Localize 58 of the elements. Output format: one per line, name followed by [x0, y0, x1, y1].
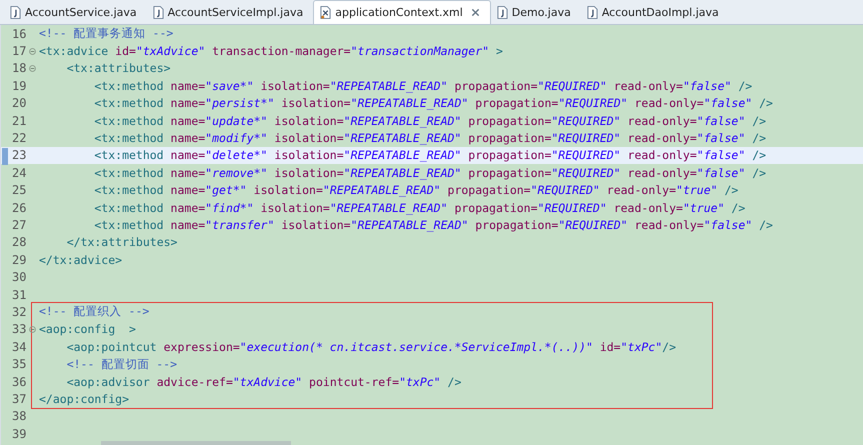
code-line: <!-- 配置事务通知 --> — [39, 26, 174, 42]
editor-tab[interactable]: applicationContext.xml — [313, 0, 491, 24]
editor-tab[interactable]: AccountServiceImpl.java — [146, 0, 314, 24]
collapse-icon[interactable] — [29, 64, 36, 72]
line-number: 33 — [11, 322, 28, 336]
code-line: <tx:method name="modify*" isolation="REPEATABLE_READ" propagation="REQUIRED" read-only="false" /> — [93, 131, 766, 146]
close-icon[interactable] — [470, 8, 480, 17]
java-file-icon — [10, 6, 21, 18]
code-line: <tx:method name="persist*" isolation="REPEATABLE_READ" propagation="REQUIRED" read-only="false" /> — [93, 96, 773, 110]
code-line: <!-- 配置织入 --> — [39, 304, 150, 320]
code-line: </tx:attributes> — [66, 235, 178, 250]
code-line: <tx:method name="save*" isolation="REPEATABLE_READ" propagation="REQUIRED" read-only="false" /> — [93, 78, 752, 93]
line-number: 23 — [11, 148, 28, 162]
line-number: 26 — [11, 200, 28, 215]
code-line: </aop:config> — [39, 392, 130, 406]
line-number: 16 — [11, 26, 28, 41]
code-line: <tx:method name="update*" isolation="REPEATABLE_READ" propagation="REQUIRED" read-only="false" /> — [93, 114, 766, 128]
code-line: <tx:method name="transfer" isolation="REPEATABLE_READ" propagation="REQUIRED" read-only="false" /> — [93, 218, 773, 232]
java-file-icon — [496, 6, 508, 18]
line-number: 29 — [11, 252, 28, 267]
line-number: 31 — [11, 288, 28, 302]
java-file-icon — [152, 6, 164, 18]
code-line: </tx:advice> — [39, 252, 122, 267]
line-number: 30 — [11, 270, 28, 284]
line-number: 35 — [11, 357, 28, 372]
editor-tab[interactable]: Demo.java — [490, 0, 581, 24]
java-file-icon — [586, 6, 598, 18]
code-line: <tx:method name="find*" isolation="REPEATABLE_READ" propagation="REQUIRED" read-only="true" /> — [93, 200, 746, 215]
line-number: 32 — [11, 304, 28, 319]
line-number: 36 — [11, 374, 28, 388]
line-number: 38 — [11, 409, 28, 424]
line-number: 20 — [11, 96, 28, 110]
code-line: <tx:attributes> — [66, 61, 171, 76]
code-line: <!-- 配置切面 --> — [66, 356, 177, 372]
line-number: 17 — [11, 44, 28, 58]
code-line: <tx:method name="remove*" isolation="REPEATABLE_READ" propagation="REQUIRED" read-only="false" /> — [93, 166, 766, 180]
line-number: 24 — [11, 166, 28, 180]
line-number: 28 — [11, 235, 28, 250]
code-line: <tx:advice id="txAdvice" transaction-manager="transactionManager" > — [39, 44, 503, 58]
collapse-icon[interactable] — [29, 326, 36, 333]
line-number: 39 — [11, 426, 28, 441]
code-line: <tx:method name="delete*" isolation="REPEATABLE_READ" propagation="REQUIRED" read-only="false" /> — [93, 148, 766, 162]
line-number: 21 — [11, 114, 28, 128]
editor-tab[interactable]: AccountService.java — [4, 0, 147, 24]
line-number: 19 — [11, 78, 28, 93]
line-number: 22 — [11, 131, 28, 146]
line-number: 25 — [11, 183, 28, 198]
code-line: <aop:pointcut expression="execution(* cn.itcast.service.*ServiceImpl.*(..))" id="txPc"/> — [66, 340, 676, 354]
xml-file-icon — [320, 6, 332, 19]
editor-tab[interactable]: AccountDaoImpl.java — [580, 0, 729, 24]
code-line: <aop:advisor advice-ref="txAdvice" pointcut-ref="txPc" /> — [66, 374, 462, 388]
line-number: 27 — [11, 218, 28, 232]
code-line: <aop:config > — [39, 322, 136, 336]
line-number: 37 — [11, 392, 28, 406]
line-number: 34 — [11, 340, 28, 354]
collapse-icon[interactable] — [29, 48, 36, 55]
code-line: <tx:method name="get*" isolation="REPEATABLE_READ" propagation="REQUIRED" read-only="true" /> — [93, 183, 738, 198]
line-number: 18 — [11, 61, 28, 76]
